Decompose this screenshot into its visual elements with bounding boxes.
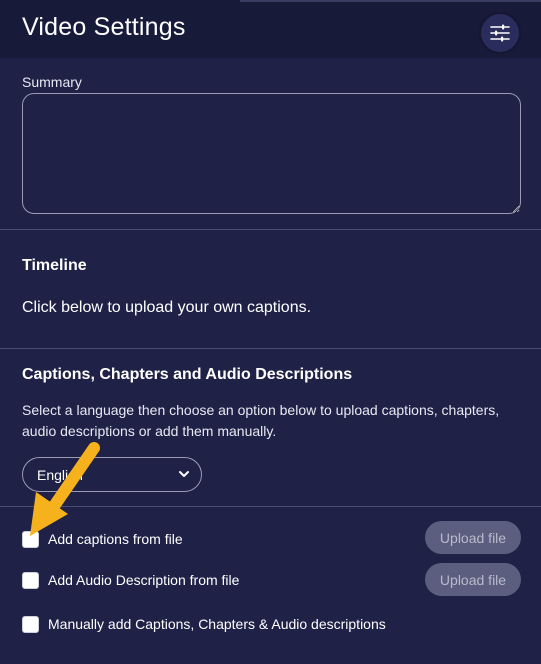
divider [0, 229, 541, 230]
header-top-line [240, 0, 541, 2]
summary-label: Summary [22, 74, 82, 90]
header: Video Settings [0, 0, 541, 58]
timeline-title: Timeline [22, 257, 87, 274]
option-label: Add Audio Description from file [48, 572, 240, 588]
option-audio-description-file: Add Audio Description from file [22, 570, 239, 590]
arrow-annotation-icon [30, 442, 100, 536]
sliders-icon [490, 24, 510, 42]
summary-textarea[interactable] [22, 93, 521, 214]
upload-audio-description-button[interactable]: Upload file [425, 563, 521, 596]
manual-add-checkbox[interactable] [22, 615, 39, 633]
page-title: Video Settings [22, 13, 186, 41]
option-manual-add: Manually add Captions, Chapters & Audio … [22, 614, 386, 634]
audio-description-checkbox[interactable] [22, 571, 39, 589]
chevron-down-icon [179, 471, 189, 477]
option-label: Manually add Captions, Chapters & Audio … [48, 616, 386, 632]
captions-description: Select a language then choose an option … [22, 402, 500, 439]
settings-button[interactable] [479, 12, 521, 54]
captions-title: Captions, Chapters and Audio Description… [22, 366, 353, 383]
upload-captions-button[interactable]: Upload file [425, 521, 521, 554]
divider [0, 348, 541, 349]
timeline-text: Click below to upload your own captions. [22, 299, 312, 316]
